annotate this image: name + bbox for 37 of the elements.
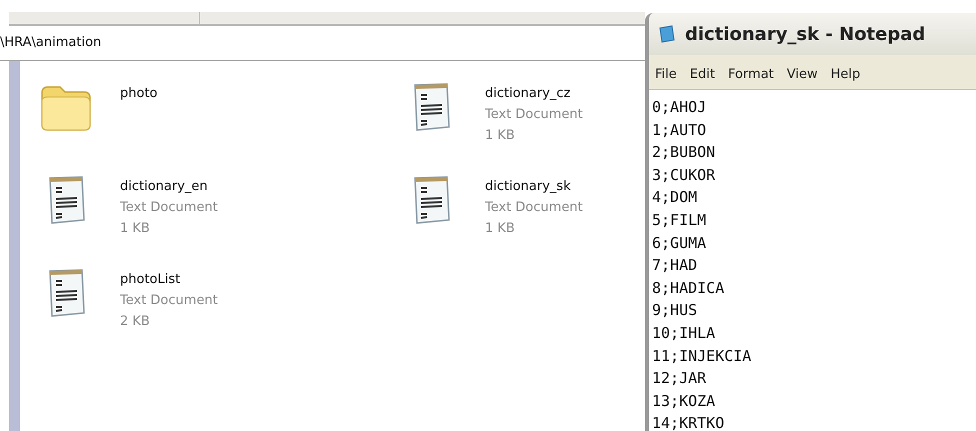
text-line: 4;DOM xyxy=(652,187,698,208)
file-name: dictionary_sk xyxy=(485,178,572,196)
text-line: 1;AUTO xyxy=(652,120,708,141)
text-line: 7;HAD xyxy=(652,255,698,276)
text-line: 13;KOZA xyxy=(652,390,716,412)
text-line: 6;GUMA xyxy=(652,232,708,254)
address-bar[interactable]: \HRA\animation xyxy=(0,26,645,61)
file-name: photo xyxy=(120,85,158,103)
text-line: 8;HADICA xyxy=(652,278,726,299)
file-size: 1 KB xyxy=(485,127,516,145)
file-type: Text Document xyxy=(485,199,583,217)
file-name: dictionary_en xyxy=(120,178,209,196)
menu-item[interactable]: Edit xyxy=(690,66,715,82)
file-type: Text Document xyxy=(120,292,218,310)
text-line: 11;INJEKCIA xyxy=(652,346,752,367)
menu-item[interactable]: File xyxy=(655,66,677,82)
file-size: 1 KB xyxy=(120,220,151,238)
text-line: 12;JAR xyxy=(652,368,708,390)
text-line: 5;FILM xyxy=(652,210,708,231)
menu-item[interactable]: View xyxy=(786,66,818,82)
file-type: Text Document xyxy=(120,199,218,217)
menu-item[interactable]: Help xyxy=(830,66,860,82)
file-name: dictionary_cz xyxy=(485,85,572,103)
text-line: 14;KRTKO xyxy=(652,413,726,431)
text-line: 0;AHOJ xyxy=(652,97,708,118)
text-line: 9;HUS xyxy=(652,300,698,322)
text-line: 3;CUKOR xyxy=(652,164,716,186)
text-area[interactable]: 0;AHOJ 1;AUTO 2;BUBON 3;CUKOR 4;DOM 5;FILM 6;GUMA 7;HAD 8;HADICA 9;HUS 10;IHLA 11;INJEKCIA 12;JAR 13;KOZA 14;KRTKO xyxy=(649,90,976,431)
notepad-icon xyxy=(657,24,677,44)
file-type: Text Document xyxy=(485,106,583,124)
file-name: photoList xyxy=(120,271,182,289)
menu-item[interactable]: Format xyxy=(728,66,774,82)
window-title: dictionary_sk - Notepad xyxy=(685,24,926,44)
file-size: 1 KB xyxy=(485,220,516,238)
file-size: 2 KB xyxy=(120,313,151,331)
text-line: 10;IHLA xyxy=(652,322,716,344)
text-line: 2;BUBON xyxy=(652,142,716,164)
